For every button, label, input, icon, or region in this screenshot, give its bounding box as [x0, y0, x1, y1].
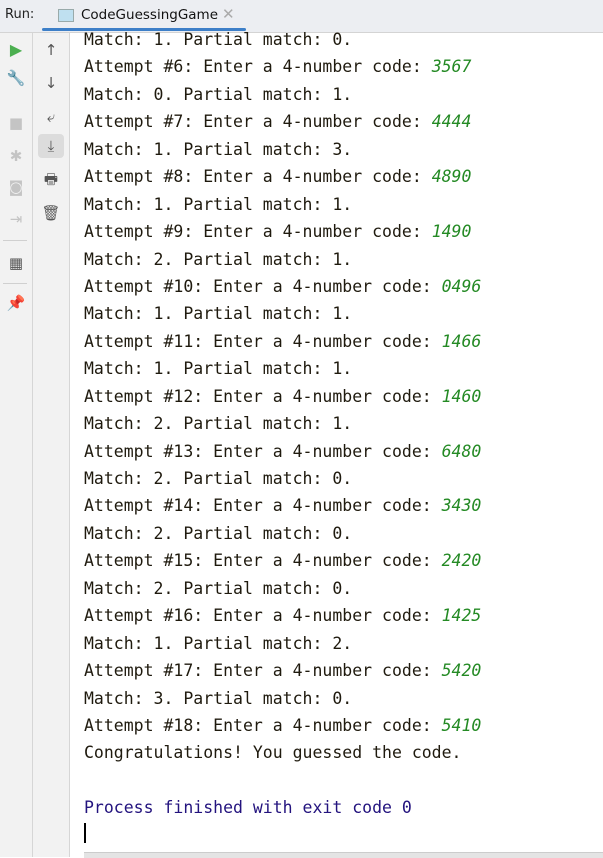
console-line-text: Match: 1. Partial match: 0. [84, 30, 353, 49]
divider [3, 283, 27, 284]
console-line: Attempt #8: Enter a 4-number code: 4890 [84, 163, 481, 190]
console-line: Attempt #10: Enter a 4-number code: 0496 [84, 273, 481, 300]
user-input: 1425 [441, 606, 482, 626]
console-line-text: Match: 1. Partial match: 2. [84, 633, 353, 653]
arrow-up-icon[interactable]: ↑ [41, 40, 61, 60]
console-line-text: Process finished with exit code 0 [84, 798, 412, 818]
user-input: 1490 [431, 222, 472, 242]
run-icon[interactable]: ▶ [6, 39, 26, 59]
pin-icon[interactable]: 📌 [6, 293, 26, 313]
console-line: Attempt #13: Enter a 4-number code: 6480 [84, 438, 481, 465]
console-line: Attempt #16: Enter a 4-number code: 1425 [84, 602, 481, 629]
debug-icon[interactable]: ✱ [6, 146, 26, 166]
console-line-text: Match: 1. Partial match: 1. [84, 359, 353, 379]
console-line-text: Match: 1. Partial match: 1. [84, 304, 353, 324]
login-icon[interactable]: ⇥ [6, 209, 26, 229]
user-input: 3567 [431, 57, 472, 77]
user-input: 5410 [441, 715, 482, 735]
run-label: Run: [5, 7, 35, 22]
console-line: Attempt #17: Enter a 4-number code: 5420 [84, 657, 481, 684]
tab-title: CodeGuessingGame [81, 7, 219, 23]
console-line: Match: 1. Partial match: 0. [84, 26, 481, 53]
console-line-text: Attempt #15: Enter a 4-number code: [84, 551, 442, 571]
user-input: 1460 [441, 386, 482, 406]
console-line-text: Match: 3. Partial match: 0. [84, 688, 353, 708]
user-input: 0496 [441, 276, 482, 296]
console-line-text: Attempt #14: Enter a 4-number code: [84, 496, 442, 516]
console-line: Match: 0. Partial match: 1. [84, 81, 481, 108]
console-line-text: Attempt #11: Enter a 4-number code: [84, 331, 442, 351]
console-line-text: Attempt #9: Enter a 4-number code: [84, 222, 432, 242]
console-line: Attempt #18: Enter a 4-number code: 5410 [84, 712, 481, 739]
console-line: Attempt #11: Enter a 4-number code: 1466 [84, 328, 481, 355]
divider [3, 240, 27, 241]
console-line: Match: 2. Partial match: 0. [84, 575, 481, 602]
user-input: 2420 [441, 551, 482, 571]
print-icon[interactable]: 🖶 [41, 170, 61, 191]
arrow-down-icon[interactable]: ↓ [41, 73, 61, 93]
layout-icon[interactable]: ▦ [6, 253, 26, 273]
horizontal-scrollbar[interactable] [84, 852, 603, 858]
console-line: Match: 2. Partial match: 1. [84, 410, 481, 437]
console-line: Attempt #12: Enter a 4-number code: 1460 [84, 383, 481, 410]
console-line: Match: 2. Partial match: 0. [84, 465, 481, 492]
console-line: Match: 2. Partial match: 0. [84, 520, 481, 547]
console-line: Attempt #14: Enter a 4-number code: 3430 [84, 492, 481, 519]
console-line-text: Match: 0. Partial match: 1. [84, 84, 353, 104]
console-line-text: Attempt #17: Enter a 4-number code: [84, 661, 442, 681]
console-line-text: Match: 1. Partial match: 1. [84, 194, 353, 214]
soft-wrap-icon[interactable]: ⤶ [41, 107, 61, 127]
console-line-text: Match: 1. Partial match: 3. [84, 139, 353, 159]
console-line-text: Attempt #16: Enter a 4-number code: [84, 606, 442, 626]
console-line-text: Attempt #18: Enter a 4-number code: [84, 715, 442, 735]
stop-icon[interactable]: ■ [6, 113, 26, 133]
console-line: Match: 2. Partial match: 1. [84, 246, 481, 273]
console-output[interactable]: Match: 1. Partial match: 0. Attempt #6: E… [84, 26, 481, 822]
console-line-text: Attempt #6: Enter a 4-number code: [84, 57, 432, 77]
console-line: Attempt #9: Enter a 4-number code: 1490 [84, 218, 481, 245]
user-input: 1466 [441, 331, 482, 351]
console-line-text: Match: 2. Partial match: 0. [84, 469, 353, 488]
user-input: 5420 [441, 661, 482, 681]
text-caret [84, 823, 86, 843]
console-line-text: Match: 2. Partial match: 1. [84, 414, 353, 434]
console-toolbar: ↑ ↓ ⤶ ⤓ 🖶 🗑 [33, 33, 70, 857]
trash-icon[interactable]: 🗑 [41, 203, 61, 223]
console-line: Match: 1. Partial match: 3. [84, 136, 481, 163]
user-input: 6480 [441, 441, 482, 461]
console-line: Attempt #6: Enter a 4-number code: 3567 [84, 53, 481, 80]
console-line: Match: 1. Partial match: 2. [84, 630, 481, 657]
console-line-text: Attempt #12: Enter a 4-number code: [84, 386, 442, 406]
console-line-text: Match: 2. Partial match: 0. [84, 578, 353, 598]
camera-icon[interactable]: ◙ [6, 177, 26, 197]
console-line: Match: 1. Partial match: 1. [84, 300, 481, 327]
console-line-text: Congratulations! You guessed the code. [84, 743, 462, 763]
close-icon[interactable]: ✕ [222, 5, 235, 23]
console-line: Match: 1. Partial match: 1. [84, 191, 481, 218]
user-input: 3430 [441, 496, 482, 516]
console-line: Attempt #7: Enter a 4-number code: 4444 [84, 108, 481, 135]
console-line: Match: 1. Partial match: 1. [84, 355, 481, 382]
console-line-text: Attempt #7: Enter a 4-number code: [84, 112, 432, 132]
console-line-text: Attempt #13: Enter a 4-number code: [84, 441, 442, 461]
wrench-icon[interactable]: 🔧 [6, 68, 26, 88]
process-exit-line: Process finished with exit code 0 [84, 794, 481, 821]
run-toolbar: ▶ 🔧 ■ ✱ ◙ ⇥ ▦ 📌 [0, 33, 33, 857]
user-input: 4890 [431, 167, 472, 187]
console-line: Attempt #15: Enter a 4-number code: 2420 [84, 547, 481, 574]
console-icon [58, 9, 74, 22]
console-line: Congratulations! You guessed the code. [84, 739, 481, 766]
console-line-text: Match: 2. Partial match: 1. [84, 249, 353, 269]
user-input: 4444 [431, 112, 472, 132]
console-line-text: Attempt #10: Enter a 4-number code: [84, 276, 442, 296]
console-line-text: Attempt #8: Enter a 4-number code: [84, 167, 432, 187]
console-line: Match: 3. Partial match: 0. [84, 685, 481, 712]
scroll-to-end-icon[interactable]: ⤓ [38, 134, 64, 158]
console-line-text: Match: 2. Partial match: 0. [84, 523, 353, 543]
